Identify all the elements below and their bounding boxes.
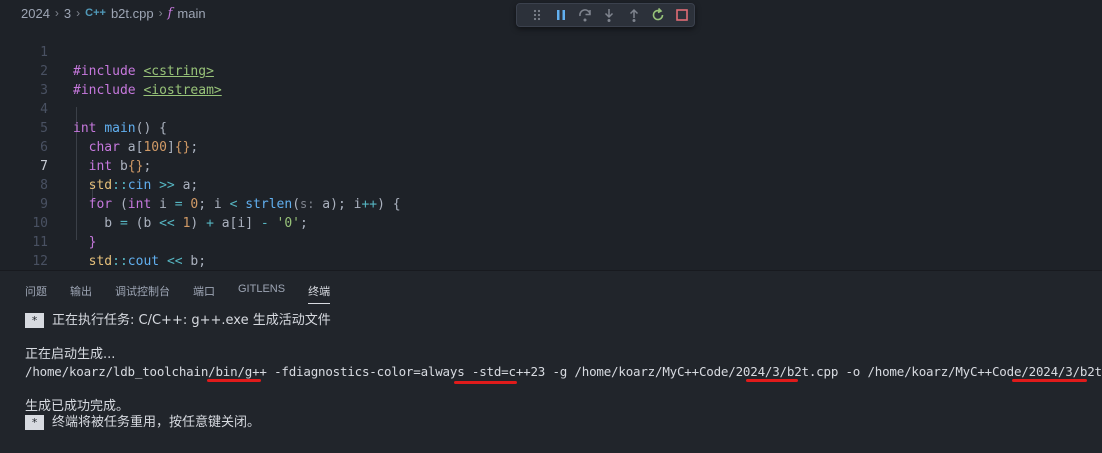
tab-problems[interactable]: 问题 [25, 283, 47, 304]
code-line: 2 #include <iostream> [0, 43, 1102, 98]
function-icon: f [167, 5, 173, 21]
breadcrumb-item-3[interactable]: 3 [64, 6, 71, 21]
terminal-line: * 正在执行任务: C/C++: g++.exe 生成活动文件 [25, 311, 331, 329]
breadcrumb-item-file[interactable]: b2t.cpp [111, 6, 154, 21]
code-line: 9 b = (b << 1) + a[i] - '0'; [0, 176, 1102, 231]
code-line: 7 std::cin >> a; [0, 138, 1102, 193]
step-over-icon[interactable] [573, 4, 597, 26]
code-line: 4 int main() { [0, 81, 1102, 136]
tab-ports[interactable]: 端口 [193, 283, 215, 304]
tab-debug-console[interactable]: 调试控制台 [115, 283, 170, 304]
cpp-file-icon: C++ [85, 7, 106, 19]
task-badge: * [25, 313, 44, 328]
code-line: 6 int b{}; [0, 119, 1102, 174]
code-line: 3 [0, 62, 1102, 98]
panel-tabs: 问题 输出 调试控制台 端口 GITLENS 终端 [25, 283, 353, 304]
breadcrumb-item-2024[interactable]: 2024 [21, 6, 50, 21]
step-out-icon[interactable] [622, 4, 646, 26]
code-line: 10 } [0, 195, 1102, 250]
code-line: 11 std::cout << b; [0, 214, 1102, 269]
breadcrumb-item-symbol[interactable]: main [177, 6, 205, 21]
chevron-right-icon: › [76, 6, 81, 20]
terminal-line: * 终端将被任务重用，按任意键关闭。 [25, 413, 260, 431]
tab-terminal[interactable]: 终端 [308, 283, 331, 304]
tab-gitlens[interactable]: GITLENS [238, 283, 285, 304]
restart-icon[interactable] [646, 4, 670, 26]
annotation-underline [207, 379, 261, 382]
reuse-line: 终端将被任务重用，按任意键关闭。 [52, 415, 261, 430]
success-line: 生成已成功完成。 [25, 399, 130, 414]
code-line: 5 char a[100]{}; [0, 100, 1102, 155]
command-line: /home/koarz/ldb_toolchain/bin/g++ -fdiag… [25, 364, 1102, 379]
stop-icon[interactable] [670, 4, 694, 26]
annotation-underline [746, 379, 798, 382]
starting-line: 正在启动生成... [25, 347, 116, 362]
task-line: 正在执行任务: C/C++: g++.exe 生成活动文件 [52, 313, 331, 328]
code-line: 8 for (int i = 0; i < strlen(s: a); i++)… [0, 157, 1102, 212]
annotation-underline [1012, 379, 1087, 382]
task-badge: * [25, 415, 44, 430]
line-number: 12 [32, 254, 48, 269]
code-editor[interactable]: 1 #include <cstring> 2 #include <iostrea… [0, 24, 1102, 288]
annotation-underline [454, 381, 517, 384]
code-line: 12 } [0, 233, 1102, 288]
pause-icon[interactable] [549, 4, 573, 26]
step-into-icon[interactable] [597, 4, 621, 26]
chevron-right-icon: › [158, 6, 163, 20]
terminal-line: 正在启动生成... [25, 345, 115, 363]
tab-output[interactable]: 输出 [70, 283, 92, 304]
terminal-line: /home/koarz/ldb_toolchain/bin/g++ -fdiag… [25, 363, 1102, 381]
drag-handle-icon[interactable] [525, 4, 549, 26]
code-line: 1 #include <cstring> [0, 24, 1102, 79]
chevron-right-icon: › [54, 6, 59, 20]
bottom-panel: 问题 输出 调试控制台 端口 GITLENS 终端 * 正在执行任务: C/C++… [0, 270, 1102, 453]
